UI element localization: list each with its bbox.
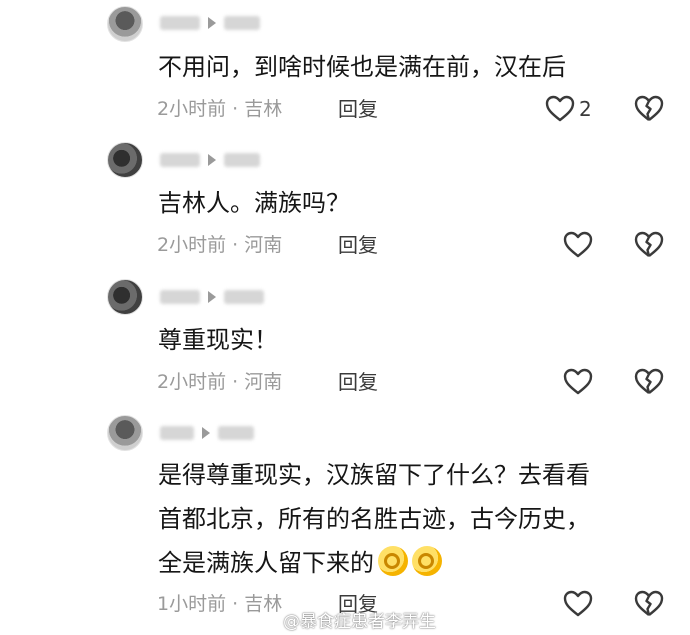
- blurred-username: [160, 290, 200, 304]
- avatar[interactable]: [107, 6, 143, 42]
- meta-separator: ·: [226, 234, 245, 256]
- meta-separator: ·: [226, 593, 245, 615]
- comment-text-last-line: 全是满族人留下来的: [158, 546, 442, 580]
- comment-text-line: 全是满族人留下来的: [158, 549, 374, 577]
- like-button[interactable]: 2: [545, 94, 592, 124]
- comment-meta: 2小时前 · 吉林: [157, 95, 282, 123]
- reply-arrow-icon: [208, 291, 216, 303]
- blurred-username: [224, 16, 260, 30]
- heart-outline-icon: [563, 590, 593, 617]
- comment-meta: 1小时前 · 吉林: [157, 590, 282, 618]
- comment-time: 1小时前: [157, 593, 227, 615]
- comment-user-names[interactable]: [160, 12, 260, 34]
- like-count: 2: [579, 97, 592, 121]
- broken-heart-icon[interactable]: [634, 230, 664, 260]
- avatar[interactable]: [107, 142, 143, 178]
- meta-separator: ·: [226, 371, 245, 393]
- blurred-username: [160, 153, 200, 167]
- like-button[interactable]: [563, 367, 593, 397]
- reply-button[interactable]: 回复: [338, 95, 378, 123]
- comment-location: 河南: [244, 371, 283, 393]
- comment-user-names[interactable]: [160, 286, 264, 308]
- comment-time: 2小时前: [157, 371, 227, 393]
- blurred-username: [218, 426, 254, 440]
- comment-location: 河南: [244, 234, 283, 256]
- blurred-username: [224, 290, 264, 304]
- heart-outline-icon: [545, 95, 575, 122]
- comment-text-line: 首都北京，所有的名胜古迹，古今历史，: [158, 505, 590, 533]
- blurred-username: [224, 153, 260, 167]
- heart-outline-icon: [563, 231, 593, 258]
- comment-meta: 2小时前 · 河南: [157, 231, 282, 259]
- reply-arrow-icon: [208, 17, 216, 29]
- watermark: @暴食症患者李弄生: [283, 612, 436, 632]
- blurred-username: [160, 16, 200, 30]
- broken-heart-icon[interactable]: [634, 94, 664, 124]
- meta-separator: ·: [226, 98, 245, 120]
- comment-text: 吉林人。满族吗？: [158, 189, 350, 217]
- comment-text-line: 是得尊重现实，汉族留下了什么？去看看: [158, 461, 590, 489]
- blurred-username: [160, 426, 194, 440]
- like-button[interactable]: [563, 589, 593, 619]
- avatar[interactable]: [107, 279, 143, 315]
- comment-time: 2小时前: [157, 98, 227, 120]
- comment-user-names[interactable]: [160, 422, 254, 444]
- like-button[interactable]: [563, 230, 593, 260]
- ok-hand-emoji-icon: [378, 546, 408, 576]
- reply-arrow-icon: [208, 154, 216, 166]
- reply-button[interactable]: 回复: [338, 368, 378, 396]
- avatar[interactable]: [107, 415, 143, 451]
- comment-text: 不用问，到啥时候也是满在前，汉在后: [158, 53, 566, 81]
- broken-heart-icon[interactable]: [634, 589, 664, 619]
- comment-user-names[interactable]: [160, 149, 260, 171]
- comment-time: 2小时前: [157, 234, 227, 256]
- broken-heart-icon[interactable]: [634, 367, 664, 397]
- comment-location: 吉林: [244, 98, 283, 120]
- reply-arrow-icon: [202, 427, 210, 439]
- reply-button[interactable]: 回复: [338, 231, 378, 259]
- comment-text: 尊重现实！: [158, 326, 278, 354]
- comment-location: 吉林: [244, 593, 283, 615]
- comment-meta: 2小时前 · 河南: [157, 368, 282, 396]
- heart-outline-icon: [563, 368, 593, 395]
- ok-hand-emoji-icon: [412, 546, 442, 576]
